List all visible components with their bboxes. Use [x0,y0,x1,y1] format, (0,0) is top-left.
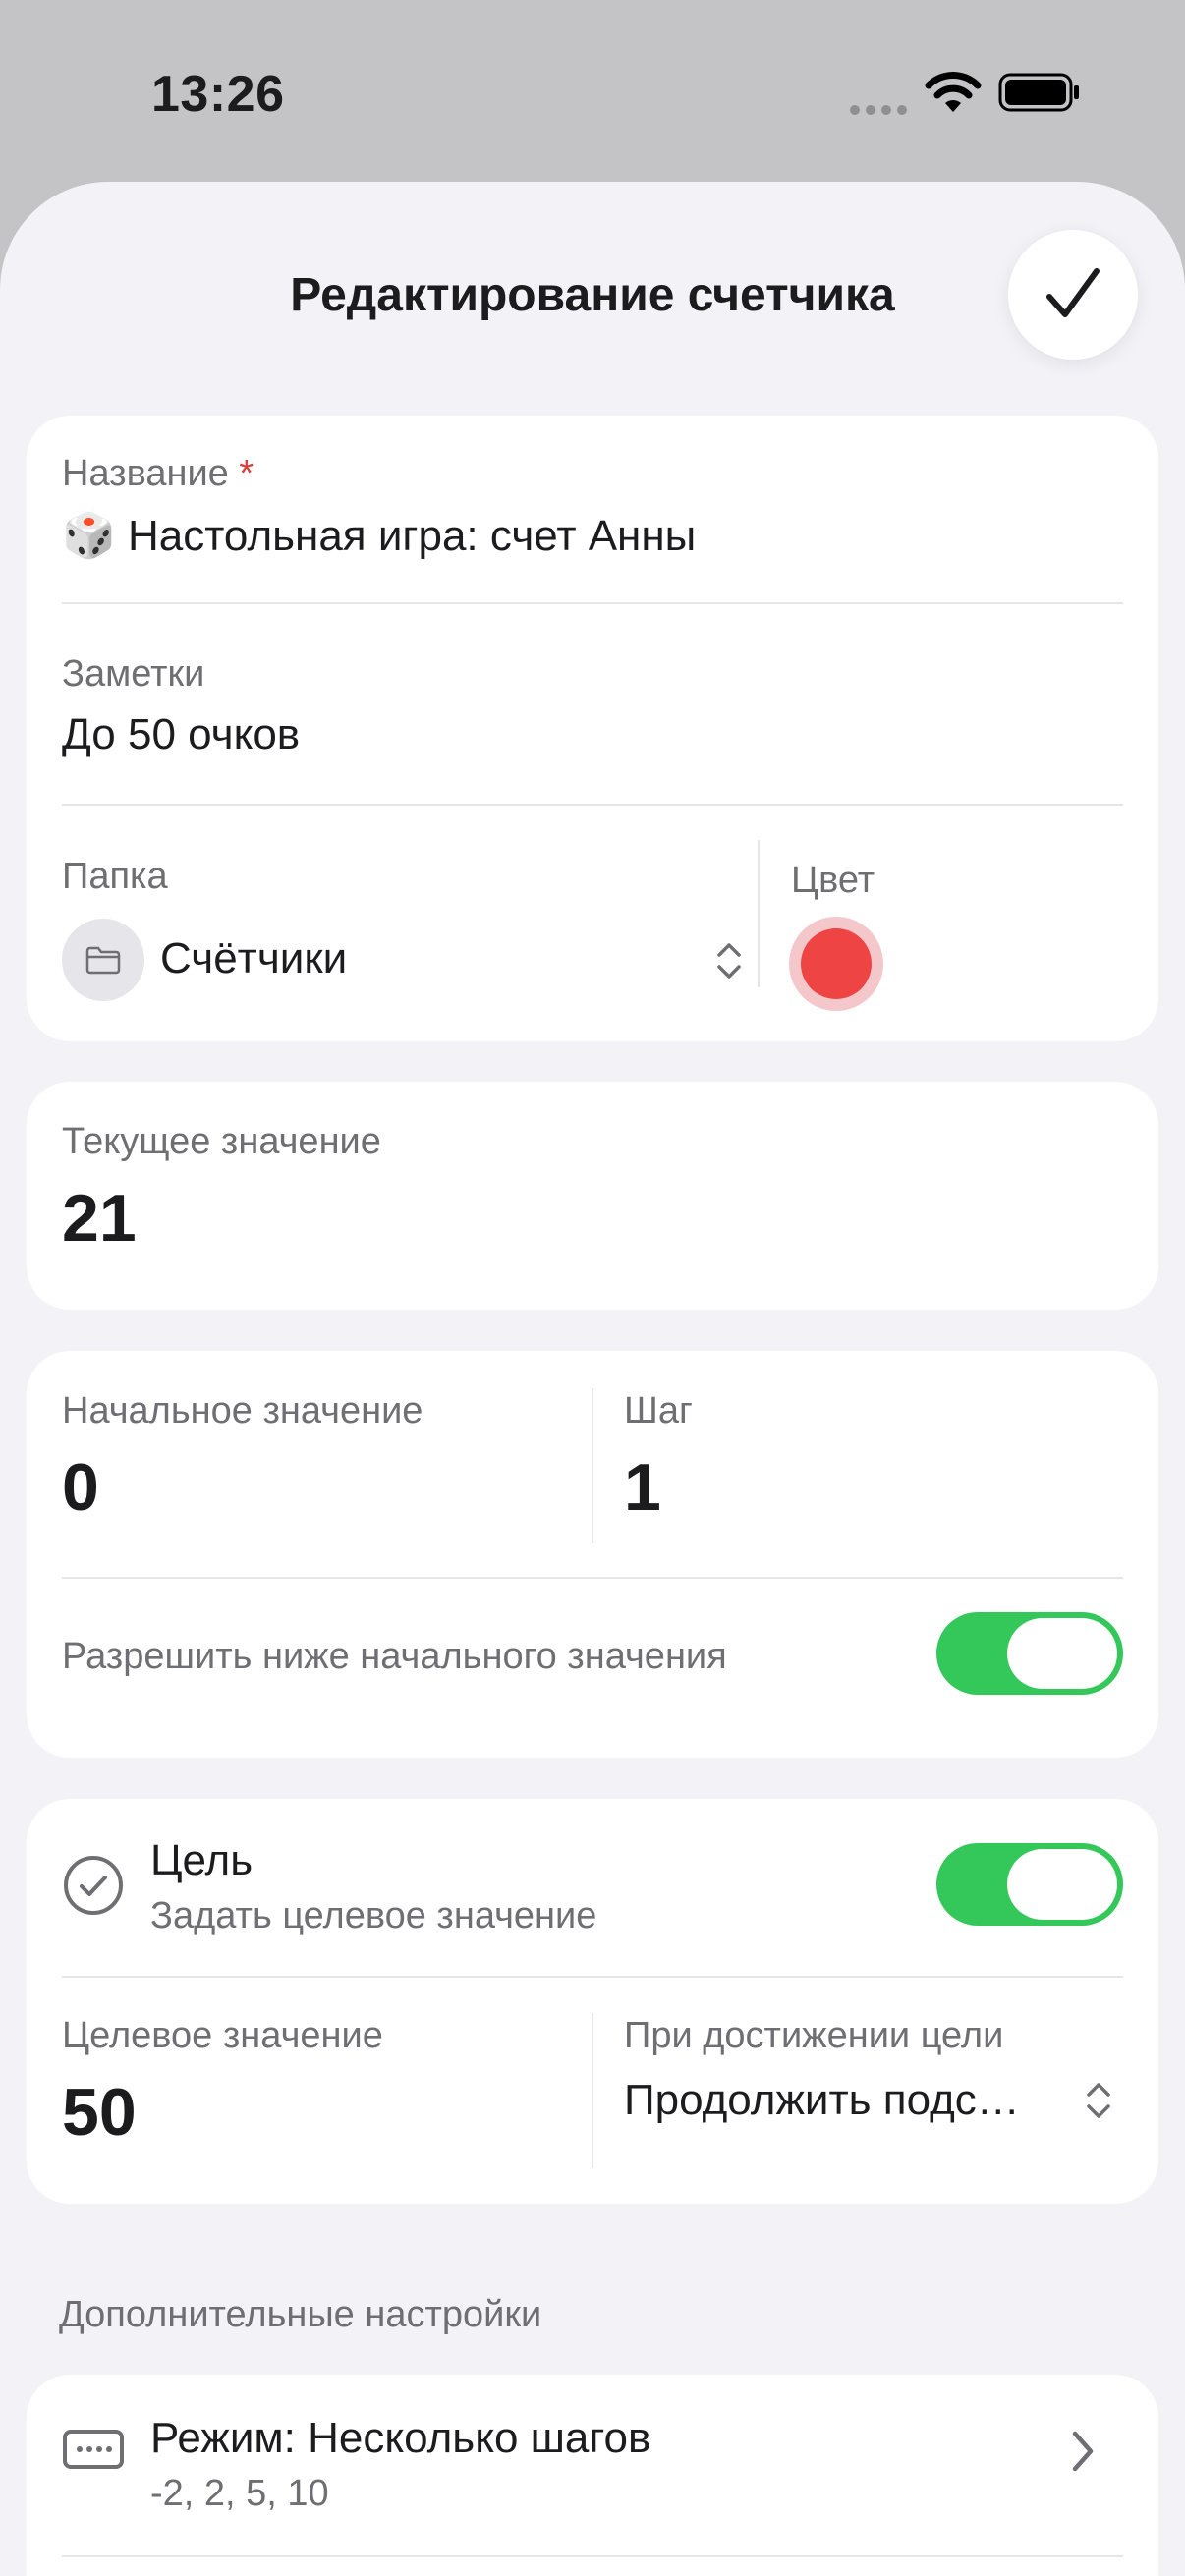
mode-title: Режим: Несколько шагов [150,2414,651,2462]
current-value-label: Текущее значение [62,1121,381,1162]
current-value-card: Текущее значение 21 [27,1082,1158,1310]
checkmark-icon [1046,268,1100,317]
divider [62,1976,1123,1978]
chevron-right-icon [1072,2431,1094,2472]
divider [758,840,760,987]
details-card: Название * 🎲 Настольная игра: счет Анны … [27,416,1158,1041]
keyboard-icon [63,2430,124,2469]
goal-toggle[interactable] [936,1843,1123,1926]
name-label: Название * [62,453,254,495]
folder-value: Счётчики [160,934,348,982]
divider [592,2013,593,2168]
divider [62,1577,1123,1579]
current-value-field[interactable]: 21 [62,1180,137,1257]
color-picker[interactable] [789,917,883,1011]
selected-color-dot [801,928,872,999]
divider [62,804,1123,806]
additional-settings-header: Дополнительные настройки [59,2294,542,2335]
divider [62,2555,1123,2557]
step-field[interactable]: 1 [624,1449,661,1526]
edit-counter-sheet: Редактирование счетчика Название * 🎲 Нас… [0,182,1185,2576]
dice-emoji: 🎲 [62,512,116,560]
toggle-knob [1007,1618,1117,1689]
initial-value-field[interactable]: 0 [62,1449,99,1526]
checkmark-circle-icon [64,1856,123,1915]
required-asterisk: * [239,453,254,494]
on-goal-selector[interactable]: Продолжить подс… [624,2062,1135,2141]
name-value: Настольная игра: счет Анны [128,512,697,560]
wifi-icon [925,72,982,112]
cellular-signal-icon [850,105,907,115]
battery-icon [998,73,1079,112]
divider [62,602,1123,604]
name-field[interactable]: 🎲 Настольная игра: счет Анны [62,510,696,561]
status-time: 13:26 [151,66,285,123]
goal-title: Цель [150,1836,254,1884]
allow-below-label: Разрешить ниже начального значения [62,1636,727,1677]
on-goal-value: Продолжить подс… [624,2076,1020,2124]
status-bar: 13:26 [0,0,1185,187]
target-value-label: Целевое значение [62,2015,383,2056]
notes-field[interactable]: До 50 очков [62,710,300,759]
goal-card: Цель Задать целевое значение Целевое зна… [27,1799,1158,2204]
name-label-text: Название [62,453,229,494]
folder-label: Папка [62,856,168,897]
step-label: Шаг [624,1390,693,1431]
chevron-up-down-icon [1087,2083,1110,2118]
color-label: Цвет [791,860,875,901]
allow-below-toggle[interactable] [936,1612,1123,1695]
initial-value-label: Начальное значение [62,1390,423,1431]
goal-subtitle: Задать целевое значение [150,1895,597,1936]
mode-row[interactable]: Режим: Несколько шагов -2, 2, 5, 10 [27,2375,1158,2576]
folder-selector[interactable]: Счётчики [62,919,750,1007]
chevron-up-down-icon [717,943,741,979]
folder-icon-badge [62,919,144,1001]
mode-subtitle: -2, 2, 5, 10 [150,2473,329,2514]
on-goal-label: При достижении цели [624,2015,1004,2056]
folder-icon [85,946,121,975]
toggle-knob [1007,1849,1117,1920]
divider [592,1388,593,1543]
counting-card: Начальное значение 0 Шаг 1 Разрешить ниж… [27,1351,1158,1758]
notes-label: Заметки [62,653,205,695]
done-button[interactable] [1008,230,1138,360]
target-value-field[interactable]: 50 [62,2074,137,2151]
